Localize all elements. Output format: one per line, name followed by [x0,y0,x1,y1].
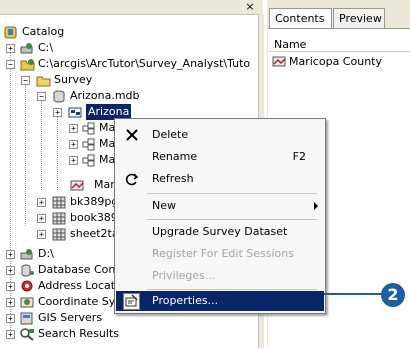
menu-separator [147,219,317,220]
expand-icon[interactable]: + [6,330,15,339]
menu-item-properties[interactable]: Properties... [116,291,324,311]
callout-step-badge: 2 [381,283,405,307]
tree-title-strip [0,0,263,15]
menu-item-label: Upgrade Survey Dataset [152,225,288,238]
menu-item-label: Delete [152,128,189,141]
collapse-icon[interactable]: − [21,76,30,85]
expand-icon[interactable]: + [6,266,15,275]
refresh-icon [125,172,139,186]
submenu-arrow-icon [314,202,318,210]
tab-contents[interactable]: Contents [269,8,332,28]
expand-icon[interactable]: + [69,124,78,133]
tree-node-label: Search Results [38,327,120,340]
collapse-icon[interactable]: − [37,92,46,101]
tree-connector [57,108,58,190]
callout-line [324,293,382,295]
expand-icon[interactable]: + [6,282,15,291]
expand-icon[interactable]: + [69,156,78,165]
properties-icon [123,293,140,310]
search-results-icon [20,328,35,341]
menu-item-upgrade-survey-dataset[interactable]: Upgrade Survey Dataset [116,222,324,242]
map-layer-icon [70,179,85,192]
tree-node-label: Catalog [22,25,65,38]
expand-icon[interactable]: + [37,198,46,207]
tree-node-label: Survey [54,73,93,86]
tree-connector [41,92,42,190]
expand-icon[interactable]: + [37,214,46,223]
gis-servers-icon [20,312,35,325]
expand-icon[interactable]: + [37,230,46,239]
column-header-name[interactable]: Name [268,38,410,52]
tree-connector [25,76,26,226]
tree-node-label: C:\arcgis\ArcTutor\Survey_Analyst\Tuto [38,57,251,70]
expand-icon[interactable]: + [69,140,78,149]
menu-item-rename[interactable]: Rename F2 [116,147,324,167]
menu-item-label: Register For Edit Sessions [152,247,294,260]
menu-item-new[interactable]: New [116,196,324,216]
menu-item-register-for-edit-sessions[interactable]: Register For Edit Sessions [116,244,324,264]
feature-dataset-icon [82,138,97,151]
tree-node-label: D:\ [38,247,54,260]
collapse-icon[interactable]: − [6,60,15,69]
folder-connection-icon [20,58,35,71]
tree-node-label: GIS Servers [38,311,103,324]
feature-dataset-icon [82,154,97,167]
expand-icon[interactable]: + [6,250,15,259]
raster-icon [52,196,67,209]
feature-dataset-icon [82,122,97,135]
menu-item-label: Properties... [152,294,219,307]
menu-separator [147,193,317,194]
menu-item-delete[interactable]: Delete [116,125,324,145]
tab-strip: Contents Preview [267,8,410,28]
menu-item-label: Refresh [152,172,194,185]
tree-node-label: C:\ [38,41,54,54]
close-icon[interactable]: × [243,1,257,13]
expand-icon[interactable]: + [6,44,15,53]
address-locator-icon [20,280,35,293]
tree-connector [10,44,11,338]
menu-item-refresh[interactable]: Refresh [116,169,324,189]
expand-icon[interactable]: + [53,108,62,117]
map-layer-icon [272,55,287,72]
menu-shortcut: F2 [292,150,306,163]
menu-separator [147,289,317,290]
menu-item-privileges[interactable]: Privileges... [116,266,324,286]
folder-icon [36,74,51,87]
survey-dataset-icon [68,106,83,119]
expand-icon[interactable]: + [6,298,15,307]
context-menu: Delete Rename F2 Refresh New Upgrade Sur… [114,118,326,314]
tab-preview[interactable]: Preview [333,8,385,28]
catalog-icon [4,26,19,39]
raster-icon [52,228,67,241]
menu-item-label: New [152,199,176,212]
database-connections-icon [20,264,35,277]
drive-icon [20,42,35,55]
drive-icon [20,248,35,261]
coordinate-system-icon [20,296,35,309]
expand-icon[interactable]: + [6,314,15,323]
menu-item-label: Privileges... [152,269,216,282]
list-item-label: Maricopa County [289,55,382,68]
menu-item-label: Rename [152,150,198,163]
delete-icon [125,128,139,142]
geodatabase-icon [52,90,67,103]
raster-icon [52,212,67,225]
tree-node-label: Arizona.mdb [70,89,140,102]
